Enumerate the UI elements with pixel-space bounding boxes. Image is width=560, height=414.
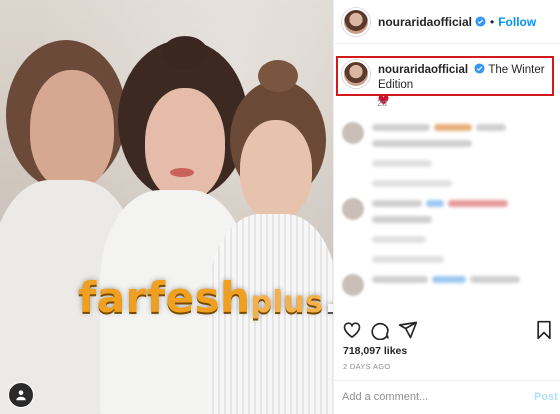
post-side-panel: nouraridaofficial • Follow nouraridaoffi…: [333, 0, 560, 414]
avatar: [342, 122, 364, 144]
avatar: [342, 274, 364, 296]
post-button[interactable]: Post: [534, 391, 558, 403]
caption-avatar[interactable]: [342, 60, 370, 88]
comment-icon[interactable]: [370, 320, 390, 340]
list-item: [342, 194, 552, 270]
site-watermark: farfeshplus.com: [78, 273, 333, 322]
heart-icon[interactable]: [342, 320, 362, 340]
header-separator: •: [490, 14, 495, 29]
caption: nouraridaofficial The Winter Edition: [342, 60, 548, 105]
list-item: [342, 118, 552, 194]
avatar: [342, 198, 364, 220]
like-count[interactable]: 718,097 likes: [343, 345, 407, 357]
post-photo[interactable]: farfeshplus.com: [0, 0, 333, 414]
verified-badge-icon: [475, 16, 486, 27]
post-date[interactable]: 2 DAYS AGO: [343, 362, 390, 371]
share-icon[interactable]: [398, 320, 418, 340]
add-comment-bar: Post: [334, 380, 560, 414]
header-username[interactable]: nouraridaofficial: [378, 15, 472, 29]
user-tag-icon[interactable]: [8, 382, 34, 408]
action-bar: [342, 320, 554, 342]
post-header: nouraridaofficial • Follow: [334, 0, 560, 44]
comment-input[interactable]: [342, 391, 512, 403]
follow-button[interactable]: Follow: [498, 15, 536, 29]
caption-username[interactable]: nouraridaofficial: [378, 64, 468, 76]
caption-age: 2d: [377, 98, 388, 108]
bookmark-icon[interactable]: [534, 320, 554, 340]
comment-list: [342, 118, 552, 346]
verified-badge-icon: [474, 63, 485, 74]
avatar[interactable]: [342, 7, 370, 36]
